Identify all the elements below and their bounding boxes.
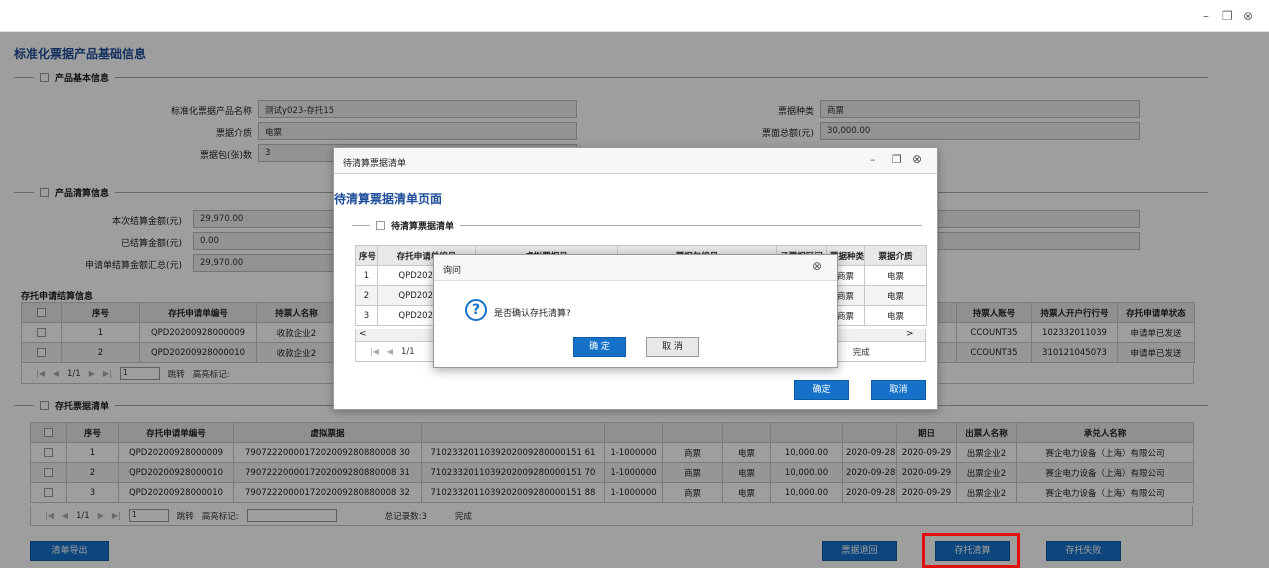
prev-page-icon[interactable]: ◀ xyxy=(387,347,393,356)
first-page-icon[interactable]: |◀ xyxy=(370,347,379,356)
close-icon[interactable]: ⊗ xyxy=(912,152,922,166)
col-header: 票据介质 xyxy=(864,245,927,266)
cell: 2 xyxy=(355,285,378,306)
scroll-right-icon[interactable]: > xyxy=(906,329,914,339)
status-text: 完成 xyxy=(852,347,870,358)
minimize-icon[interactable]: – xyxy=(1203,9,1209,23)
confirm-titlebar: 询问 ⊗ xyxy=(434,255,837,281)
close-icon[interactable]: ⊗ xyxy=(1243,9,1253,23)
cell: 3 xyxy=(355,305,378,326)
confirm-dialog: 询问 ⊗ ? 是否确认存托清算? 确 定 取 消 xyxy=(433,254,838,368)
cell: 电票 xyxy=(864,285,927,306)
highlight-box xyxy=(922,533,1020,568)
restore-icon[interactable]: ❐ xyxy=(892,153,902,166)
col-header: 序号 xyxy=(355,245,378,266)
confirm-cancel-button[interactable]: 取 消 xyxy=(646,337,699,357)
page-indicator: 1/1 xyxy=(401,346,415,357)
close-icon[interactable]: ⊗ xyxy=(812,259,822,273)
restore-icon[interactable]: ❐ xyxy=(1222,9,1233,23)
dialog-section-header: 待清算票据清单 xyxy=(370,219,461,232)
dialog-ok-button[interactable]: 确定 xyxy=(794,380,849,400)
scroll-left-icon[interactable]: < xyxy=(359,329,367,339)
collapse-checkbox[interactable] xyxy=(376,221,385,230)
confirm-message: 是否确认存托清算? xyxy=(494,309,571,319)
minimize-icon[interactable]: – xyxy=(870,153,876,166)
confirm-ok-button[interactable]: 确 定 xyxy=(573,337,626,357)
dialog-titlebar: 待清算票据清单 – ❐ ⊗ xyxy=(334,148,937,174)
dialog-cancel-button[interactable]: 取消 xyxy=(871,380,926,400)
dialog-title: 待清算票据清单 xyxy=(343,159,407,169)
window-titlebar: – ❐ ⊗ xyxy=(0,0,1269,32)
question-icon: ? xyxy=(465,299,487,321)
cell: 电票 xyxy=(864,305,927,326)
confirm-title: 询问 xyxy=(443,266,462,276)
cell: 电票 xyxy=(864,265,927,286)
dialog-section-title: 待清算票据清单 xyxy=(391,222,455,232)
cell: 1 xyxy=(355,265,378,286)
dialog-page-title: 待清算票据清单页面 xyxy=(334,192,443,206)
